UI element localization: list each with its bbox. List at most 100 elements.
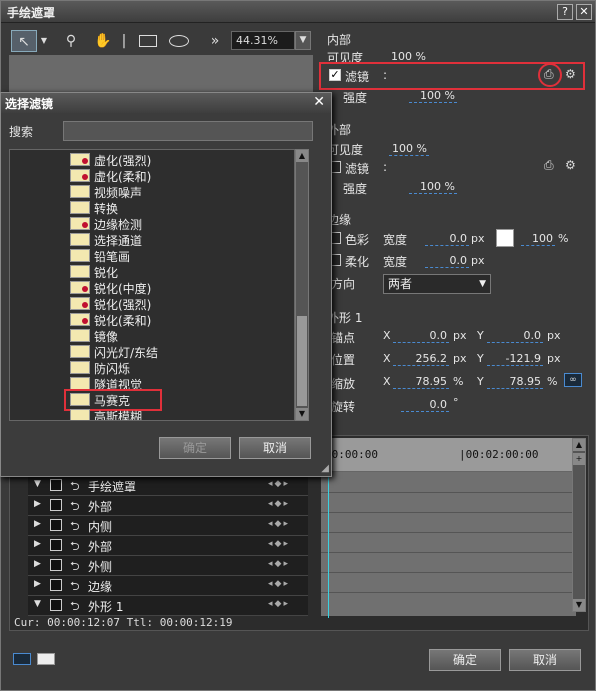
rectangle-icon[interactable] [137, 30, 159, 52]
time-status: Cur: 00:00:12:07 Ttl: 00:00:12:19 [14, 616, 233, 629]
filter-item-label: 锐化 [94, 266, 119, 280]
close-button[interactable]: ✕ [576, 4, 592, 20]
dialog-cancel-button[interactable]: 取消 [239, 437, 311, 459]
filter-item[interactable]: 选择通道 [70, 232, 290, 248]
filter-icon [70, 345, 90, 358]
line-tool-icon[interactable]: | [119, 30, 129, 52]
layout-single-icon[interactable] [37, 653, 55, 665]
inner-strength-value[interactable]: 100 % [409, 89, 457, 103]
help-button[interactable]: ? [557, 4, 573, 20]
filter-item[interactable]: 锐化(强烈) [70, 296, 290, 312]
scroll-up-icon[interactable]: ▲ [296, 150, 308, 162]
outer-filter-label: 滤镜 [345, 162, 370, 176]
track-row[interactable]: ▼ ⮌ 手绘遮罩 ◂◆▸ [28, 476, 308, 496]
track-row[interactable]: ▶ ⮌ 外部 ◂◆▸ [28, 536, 308, 556]
position-label: 位置 [331, 353, 356, 367]
track-row[interactable]: ▶ ⮌ 内侧 ◂◆▸ [28, 516, 308, 536]
track-area[interactable] [321, 472, 576, 616]
scroll-up-icon[interactable]: ▲ [573, 439, 585, 451]
filter-item-label: 闪光灯/东结 [94, 346, 159, 360]
outer-filter-select-icon[interactable]: ⎙ [544, 158, 554, 173]
anchor-y-value[interactable]: 0.0 [487, 329, 543, 343]
filter-item[interactable]: 视频噪声 [70, 184, 290, 200]
position-y-value[interactable]: -121.9 [487, 352, 543, 366]
filter-item[interactable]: 锐化 [70, 264, 290, 280]
edge-color-swatch[interactable] [496, 229, 514, 247]
edge-soft-label: 柔化 [345, 255, 370, 269]
rotate-value[interactable]: 0.0 [401, 398, 449, 412]
ellipse-icon[interactable] [167, 30, 191, 52]
dialog-ok-button[interactable]: 确定 [159, 437, 231, 459]
scroll-down-icon[interactable]: ▼ [296, 408, 308, 420]
timeline-ruler[interactable]: 00:00:00 |00:02:00:00 [321, 438, 576, 472]
close-icon[interactable]: ✕ [313, 94, 325, 110]
filter-item-label: 高斯模糊 [94, 410, 143, 421]
edge-opacity-unit: % [558, 232, 569, 245]
filter-item-label: 锐化(柔和) [94, 314, 152, 328]
filter-item[interactable]: 虚化(柔和) [70, 168, 290, 184]
scale-y-label: Y [477, 375, 484, 388]
track-row[interactable]: ▶ ⮌ 外侧 ◂◆▸ [28, 556, 308, 576]
zoom-field[interactable]: 44.31% [231, 31, 295, 50]
outer-strength-label: 强度 [343, 182, 368, 196]
cancel-button[interactable]: 取消 [509, 649, 581, 671]
filter-item[interactable]: 防闪烁 [70, 360, 290, 376]
filter-item[interactable]: 高斯模糊 [70, 408, 290, 421]
track-row[interactable]: ▼ ⮌ 外形 1 ◂◆▸ [28, 596, 308, 616]
resize-grip-icon[interactable]: ◢ [321, 463, 329, 474]
filter-item[interactable]: 铅笔画 [70, 248, 290, 264]
chevron-down-icon[interactable]: ▼ [39, 30, 49, 52]
filter-item[interactable]: 虚化(强烈) [70, 152, 290, 168]
filter-item[interactable]: 锐化(柔和) [70, 312, 290, 328]
hand-icon[interactable]: ✋ [93, 30, 113, 52]
filter-icon [70, 249, 90, 262]
filter-item-label: 铅笔画 [94, 250, 131, 264]
position-x-value[interactable]: 256.2 [393, 352, 449, 366]
scale-y-value[interactable]: 78.95 [487, 375, 543, 389]
edge-direction-select[interactable]: 两者 ▼ [383, 274, 491, 294]
search-input[interactable] [63, 121, 313, 141]
rotate-label: 旋转 [331, 400, 356, 414]
scale-label: 缩放 [331, 377, 356, 391]
filter-item[interactable]: 镜像 [70, 328, 290, 344]
edge-opacity-value[interactable]: 100 [521, 232, 555, 246]
outer-filter-settings-icon[interactable]: ⚙ [565, 158, 576, 172]
track-row[interactable]: ▶ ⮌ 外部 ◂◆▸ [28, 496, 308, 516]
scale-x-value[interactable]: 78.95 [393, 375, 449, 389]
position-y-unit: px [547, 352, 561, 365]
ruler-start: 00:00:00 [325, 448, 378, 461]
scale-x-unit: % [453, 375, 464, 388]
filter-item[interactable]: 锐化(中度) [70, 280, 290, 296]
filter-list-scrollbar[interactable]: ▲ ▼ [295, 149, 309, 421]
zoom-in-icon[interactable]: + [573, 453, 585, 465]
zoom-dropdown-icon[interactable]: ▼ [295, 31, 311, 50]
zoom-icon[interactable]: ⚲ [61, 30, 81, 52]
window-title: 手绘遮罩 [7, 6, 56, 20]
link-icon[interactable]: ∞ [564, 373, 582, 387]
more-icon[interactable]: » [207, 30, 223, 52]
layout-split-icon[interactable] [13, 653, 31, 665]
edge-soft-width-label: 宽度 [383, 255, 408, 269]
filter-icon [70, 329, 90, 342]
filter-icon [70, 169, 90, 182]
scroll-thumb[interactable] [297, 316, 307, 406]
outer-filter-colon: : [383, 160, 388, 174]
anchor-x-value[interactable]: 0.0 [393, 329, 449, 343]
outer-strength-value[interactable]: 100 % [409, 180, 457, 194]
ok-button[interactable]: 确定 [429, 649, 501, 671]
timeline-scrollbar[interactable]: ▲ + ▼ [572, 438, 586, 612]
filter-icon [70, 313, 90, 326]
outer-visibility-label: 可见度 [327, 143, 364, 157]
edge-soft-width-value[interactable]: 0.0 [425, 254, 469, 268]
filter-item[interactable]: 闪光灯/东结 [70, 344, 290, 360]
filter-icon [70, 185, 90, 198]
filter-item[interactable]: 转换 [70, 200, 290, 216]
edge-width-value[interactable]: 0.0 [425, 232, 469, 246]
filter-item[interactable]: 马赛克 [64, 389, 290, 411]
edge-soft-width-unit: px [471, 254, 485, 267]
pointer-icon[interactable]: ↖ [11, 30, 37, 52]
track-row[interactable]: ▶ ⮌ 边缘 ◂◆▸ [28, 576, 308, 596]
scroll-down-icon[interactable]: ▼ [573, 599, 585, 611]
filter-item[interactable]: 边缘检测 [70, 216, 290, 232]
outer-visibility-value[interactable]: 100 % [389, 142, 429, 156]
